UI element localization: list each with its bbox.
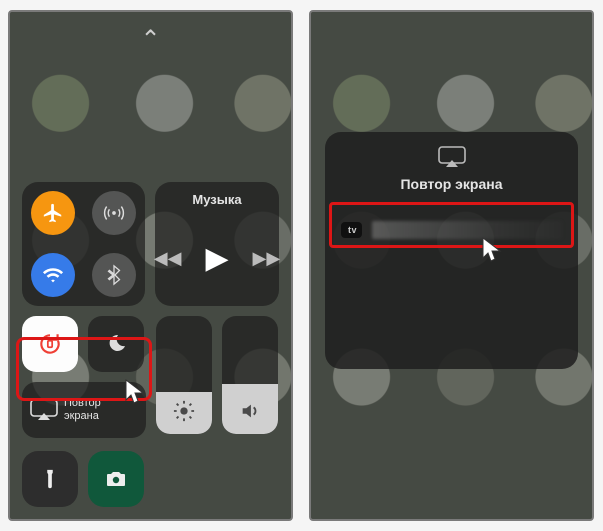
flashlight-tile[interactable] bbox=[22, 451, 78, 507]
previous-track-icon[interactable]: ◀◀ bbox=[154, 248, 182, 269]
control-center: Музыка ◀◀ ▶ ▶▶ bbox=[10, 12, 291, 519]
device-name-redacted bbox=[372, 221, 562, 239]
airplane-mode-toggle[interactable] bbox=[31, 191, 75, 235]
do-not-disturb-tile[interactable] bbox=[88, 316, 144, 372]
volume-slider[interactable] bbox=[222, 316, 278, 434]
screen-mirroring-tile[interactable]: Повтор экрана bbox=[22, 382, 146, 438]
bluetooth-toggle[interactable] bbox=[92, 253, 136, 297]
connectivity-panel[interactable] bbox=[22, 182, 145, 306]
control-center-screenshot-left: ⌃ Музыка ◀◀ bbox=[8, 10, 293, 521]
screen-mirroring-sheet: Повтор экрана tv bbox=[325, 132, 578, 369]
music-title: Музыка bbox=[192, 192, 241, 207]
sheet-title: Повтор экрана bbox=[400, 176, 502, 192]
airplay-device-row[interactable]: tv bbox=[335, 210, 568, 250]
rotation-lock-tile[interactable] bbox=[22, 316, 78, 372]
next-track-icon[interactable]: ▶▶ bbox=[253, 248, 281, 269]
brightness-slider[interactable] bbox=[156, 316, 212, 434]
wifi-toggle[interactable] bbox=[31, 253, 75, 297]
cellular-data-toggle[interactable] bbox=[92, 191, 136, 235]
airplay-icon bbox=[438, 146, 466, 168]
screen-mirroring-label: Повтор экрана bbox=[64, 397, 101, 422]
play-icon[interactable]: ▶ bbox=[205, 241, 228, 276]
apple-tv-badge: tv bbox=[341, 222, 362, 238]
mirroring-sheet-screenshot-right: Повтор экрана tv bbox=[309, 10, 594, 521]
camera-tile[interactable] bbox=[88, 451, 144, 507]
music-panel[interactable]: Музыка ◀◀ ▶ ▶▶ bbox=[155, 182, 279, 306]
